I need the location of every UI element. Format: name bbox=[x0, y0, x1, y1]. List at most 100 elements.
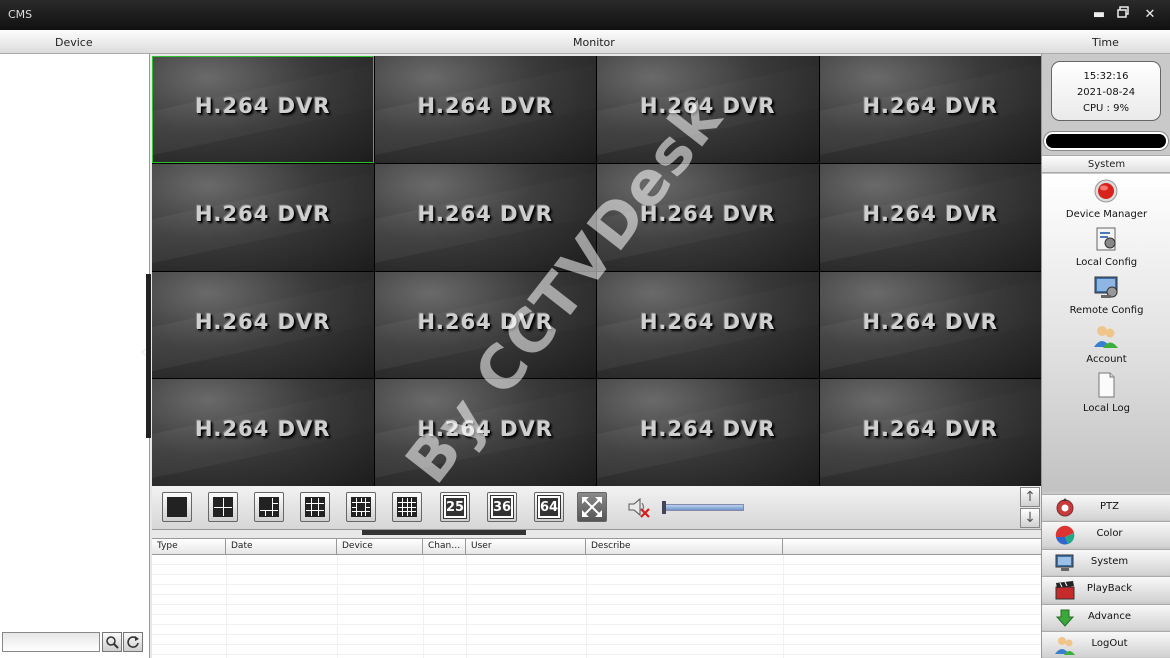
log-empty-row bbox=[152, 575, 1041, 585]
video-tile-label: H.264 DVR bbox=[862, 201, 999, 226]
panel-collapse-handle[interactable] bbox=[146, 274, 151, 438]
video-tile[interactable]: H.264 DVR bbox=[374, 271, 596, 379]
ptz-button[interactable]: PTZ bbox=[1042, 494, 1170, 520]
layout-9-icon bbox=[305, 497, 325, 517]
system-label: System bbox=[1090, 556, 1129, 567]
col-date-header[interactable]: Date bbox=[226, 539, 337, 555]
col-user-header[interactable]: User bbox=[466, 539, 586, 555]
layout-25-label: 25 bbox=[443, 495, 467, 519]
device-search-row bbox=[2, 631, 148, 655]
ptz-label: PTZ bbox=[1100, 501, 1119, 512]
col-extra-header[interactable] bbox=[783, 539, 1041, 555]
close-button[interactable]: ✕ bbox=[1141, 6, 1159, 24]
layout-6-button[interactable] bbox=[254, 492, 284, 522]
remote-config-item[interactable]: Remote Config bbox=[1042, 272, 1170, 318]
clock-time: 15:32:16 bbox=[1083, 71, 1129, 82]
logout-button[interactable]: LogOut bbox=[1042, 631, 1170, 657]
volume-slider[interactable] bbox=[662, 501, 744, 514]
red-ball-icon bbox=[1094, 179, 1118, 203]
minimize-button[interactable]: ▬ bbox=[1090, 6, 1108, 24]
clock-date: 2021-08-24 bbox=[1076, 87, 1136, 98]
playback-label: PlayBack bbox=[1086, 583, 1133, 594]
layout-1-button[interactable] bbox=[162, 492, 192, 522]
log-panel-splitter[interactable] bbox=[362, 530, 526, 535]
layout-6-icon bbox=[259, 497, 279, 517]
video-tile-label: H.264 DVR bbox=[194, 417, 331, 442]
color-button[interactable]: Color bbox=[1042, 521, 1170, 547]
layout-64-label: 64 bbox=[537, 495, 561, 519]
video-tile-label: H.264 DVR bbox=[639, 201, 776, 226]
layout-4-button[interactable] bbox=[208, 492, 238, 522]
video-tile[interactable]: H.264 DVR bbox=[597, 163, 819, 271]
video-tile[interactable]: H.264 DVR bbox=[597, 271, 819, 379]
video-tile[interactable]: H.264 DVR bbox=[152, 163, 374, 271]
scroll-up-button[interactable]: ↑ bbox=[1020, 487, 1040, 507]
log-column-divider bbox=[586, 555, 587, 658]
device-search-input[interactable] bbox=[2, 632, 100, 652]
log-empty-row bbox=[152, 565, 1041, 575]
video-tile[interactable]: H.264 DVR bbox=[152, 379, 374, 486]
status-bar bbox=[1046, 134, 1166, 148]
video-tile[interactable]: H.264 DVR bbox=[374, 379, 596, 486]
layout-13-button[interactable] bbox=[346, 492, 376, 522]
video-tile[interactable]: H.264 DVR bbox=[819, 271, 1041, 379]
video-tile[interactable]: H.264 DVR bbox=[819, 163, 1041, 271]
video-tile[interactable]: H.264 DVR bbox=[152, 271, 374, 379]
device-manager-item[interactable]: Device Manager bbox=[1042, 176, 1170, 222]
layout-16-button[interactable] bbox=[392, 492, 422, 522]
col-channel-header[interactable]: Chan… bbox=[423, 539, 466, 555]
account-item[interactable]: Account bbox=[1042, 321, 1170, 367]
refresh-button[interactable] bbox=[123, 632, 143, 652]
device-tree-panel[interactable] bbox=[0, 54, 150, 658]
playback-button[interactable]: PlayBack bbox=[1042, 576, 1170, 602]
video-tile[interactable]: H.264 DVR bbox=[374, 163, 596, 271]
fullscreen-button[interactable] bbox=[577, 492, 607, 522]
layout-16-icon bbox=[397, 497, 417, 517]
log-empty-row bbox=[152, 605, 1041, 615]
video-tile[interactable]: H.264 DVR bbox=[597, 379, 819, 486]
layout-1-icon bbox=[167, 497, 187, 517]
advance-button[interactable]: Advance bbox=[1042, 604, 1170, 630]
system-section-header: System bbox=[1042, 155, 1170, 173]
monitor-toolbar: 25 36 64 ↑ ↓ bbox=[152, 486, 1041, 530]
video-tile-label: H.264 DVR bbox=[862, 309, 999, 334]
video-tile[interactable]: H.264 DVR bbox=[597, 56, 819, 163]
layout-36-label: 36 bbox=[490, 495, 514, 519]
col-type-header[interactable]: Type bbox=[152, 539, 226, 555]
video-tile[interactable]: H.264 DVR bbox=[152, 56, 374, 163]
search-button[interactable] bbox=[102, 632, 122, 652]
section-header-bar: Device Monitor Time bbox=[0, 30, 1170, 54]
col-describe-header[interactable]: Describe bbox=[586, 539, 783, 555]
layout-36-button[interactable]: 36 bbox=[487, 492, 517, 522]
log-empty-row bbox=[152, 585, 1041, 595]
log-column-divider bbox=[466, 555, 467, 658]
collapse-arrow-icon[interactable]: ‹ bbox=[140, 342, 147, 361]
layout-64-button[interactable]: 64 bbox=[534, 492, 564, 522]
layout-25-button[interactable]: 25 bbox=[440, 492, 470, 522]
local-config-item[interactable]: Local Config bbox=[1042, 224, 1170, 270]
down-arrow-icon bbox=[1055, 609, 1075, 627]
system-button[interactable]: System bbox=[1042, 549, 1170, 575]
local-config-icon bbox=[1096, 227, 1116, 251]
log-empty-row bbox=[152, 595, 1041, 605]
scroll-down-button[interactable]: ↓ bbox=[1020, 508, 1040, 528]
local-log-item[interactable]: Local Log bbox=[1042, 370, 1170, 416]
video-tile-label: H.264 DVR bbox=[194, 94, 331, 118]
restore-button[interactable] bbox=[1114, 6, 1132, 24]
log-empty-row bbox=[152, 635, 1041, 645]
volume-knob[interactable] bbox=[662, 501, 666, 514]
col-device-header[interactable]: Device bbox=[337, 539, 423, 555]
mute-speaker-icon[interactable] bbox=[626, 496, 652, 520]
video-tile[interactable]: H.264 DVR bbox=[374, 56, 596, 163]
ptz-icon bbox=[1056, 498, 1074, 517]
log-column-divider bbox=[783, 555, 784, 658]
video-tile[interactable]: H.264 DVR bbox=[819, 379, 1041, 486]
color-label: Color bbox=[1096, 528, 1123, 539]
video-monitor-grid: H.264 DVR H.264 DVR H.264 DVR H.264 DVR H.26… bbox=[152, 56, 1041, 486]
layout-9-button[interactable] bbox=[300, 492, 330, 522]
account-label: Account bbox=[1086, 354, 1127, 365]
video-tile-label: H.264 DVR bbox=[862, 94, 999, 118]
video-tile[interactable]: H.264 DVR bbox=[819, 56, 1041, 163]
video-tile-label: H.264 DVR bbox=[194, 309, 331, 334]
cms-app-window: CMS ▬ ✕ Device Monitor Time ‹ H.264 DVR H… bbox=[0, 0, 1170, 658]
